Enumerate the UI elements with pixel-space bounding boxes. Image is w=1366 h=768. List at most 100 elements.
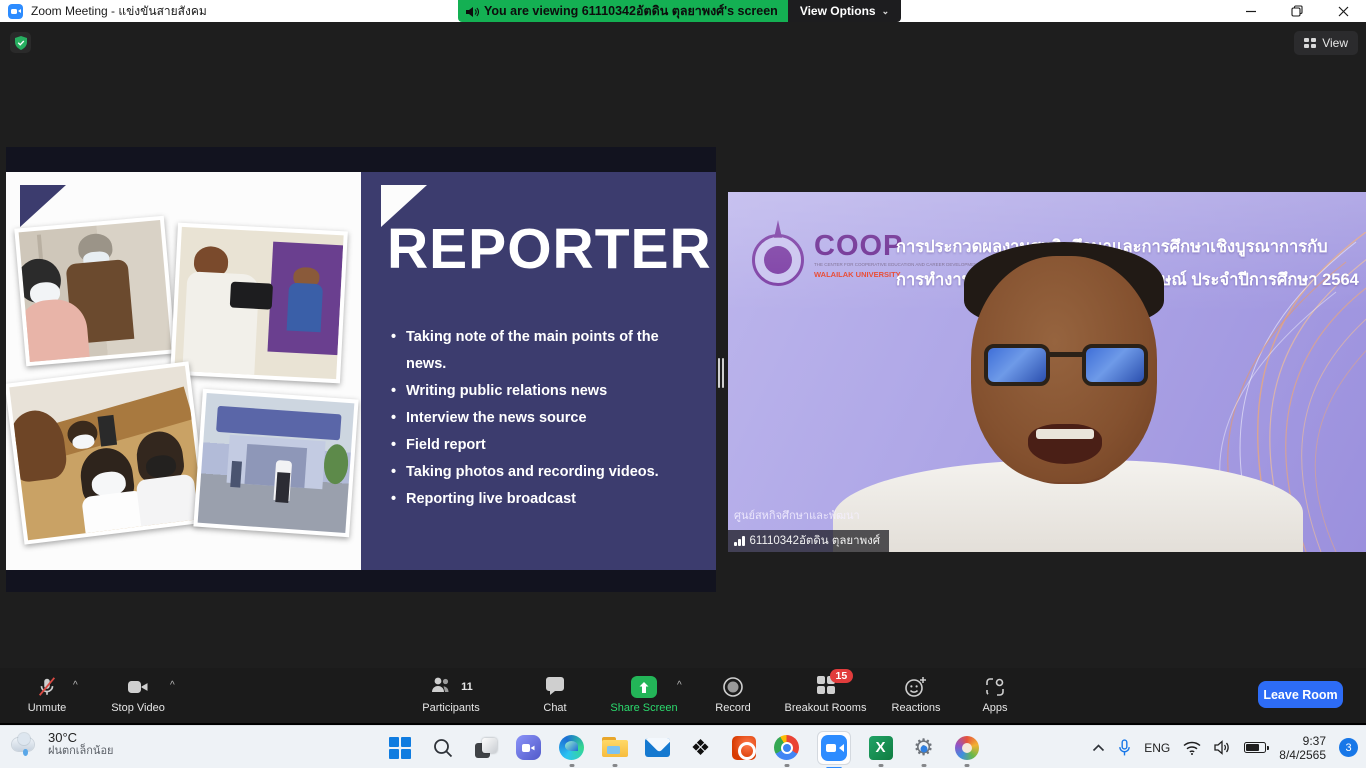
- stop-video-button[interactable]: Stop Video: [105, 675, 171, 714]
- notification-badge[interactable]: 3: [1339, 738, 1358, 757]
- tray-time: 9:37: [1279, 734, 1326, 748]
- tray-chevron-up-icon[interactable]: [1092, 744, 1105, 752]
- edge-browser-button[interactable]: [559, 735, 585, 761]
- paint-palette-icon: [955, 736, 979, 760]
- speaker-mouth: [1028, 424, 1102, 464]
- task-view-button[interactable]: [473, 735, 499, 761]
- participants-button[interactable]: 11 Participants: [411, 675, 491, 714]
- clock[interactable]: 9:37 8/4/2565: [1279, 734, 1326, 762]
- close-button[interactable]: [1320, 0, 1366, 22]
- zoom-icon: [817, 731, 851, 765]
- reactions-icon: [904, 675, 928, 699]
- video-options-chevron[interactable]: ^: [170, 680, 175, 691]
- system-tray: ENG 9:37 8/4/2565 3: [1092, 726, 1358, 768]
- shared-screen: REPORTER Taking note of the main points …: [6, 147, 716, 592]
- banner-text: You are viewing 61110342อัตดิน ตุลยาพงศ์…: [484, 1, 778, 21]
- excel-icon: X: [869, 736, 893, 760]
- reactions-button[interactable]: Reactions: [882, 675, 950, 714]
- volume-icon[interactable]: [1214, 740, 1231, 755]
- wifi-icon[interactable]: [1183, 741, 1201, 755]
- slide-text-panel: REPORTER Taking note of the main points …: [361, 172, 716, 570]
- slide-caption-overlay: ศูนย์สหกิจศึกษาและพัฒนา: [734, 506, 860, 524]
- tray-date: 8/4/2565: [1279, 748, 1326, 762]
- glasses: [984, 344, 1148, 388]
- leave-room-button[interactable]: Leave Room: [1258, 681, 1343, 708]
- window-title: Zoom Meeting - แข่งขันสายสังคม: [31, 2, 207, 21]
- share-options-chevron[interactable]: ^: [677, 680, 682, 691]
- participants-count: 11: [461, 681, 473, 693]
- apps-icon: [984, 675, 1006, 699]
- muted-mic-icon: [36, 675, 58, 699]
- photo-building: [193, 389, 358, 538]
- slide-bullet: Taking note of the main points of the ne…: [391, 324, 691, 378]
- speaker-video-tile: COOP THE CENTER FOR COOPERATIVE EDUCATIO…: [728, 192, 1366, 552]
- minimize-button[interactable]: [1228, 0, 1274, 22]
- signal-bars-icon: [734, 536, 745, 546]
- chrome-button[interactable]: [774, 735, 800, 761]
- excel-button[interactable]: X: [868, 735, 894, 761]
- slide-bullet: Interview the news source: [391, 405, 691, 432]
- chat-button[interactable]: Chat: [530, 675, 580, 714]
- chat-bubble-icon: [544, 675, 566, 699]
- slide-bullet: Writing public relations news: [391, 378, 691, 405]
- photo-interview: [14, 216, 175, 367]
- panel-resize-handle[interactable]: [717, 358, 725, 388]
- chrome-icon: [774, 735, 799, 760]
- share-screen-button[interactable]: Share Screen: [600, 675, 688, 714]
- restore-button[interactable]: [1274, 0, 1320, 22]
- dropbox-button[interactable]: ❖: [688, 735, 714, 761]
- windows-logo-icon: [389, 737, 411, 759]
- task-view-icon: [475, 738, 497, 758]
- breakout-rooms-badge: 15: [830, 669, 854, 683]
- mail-button[interactable]: [645, 735, 671, 761]
- teams-chat-button[interactable]: [516, 735, 542, 761]
- speaker-portrait: [728, 192, 1366, 552]
- settings-button[interactable]: ⚙: [911, 735, 937, 761]
- zoom-taskbar-button[interactable]: [817, 731, 851, 765]
- office-button[interactable]: [731, 735, 757, 761]
- record-button[interactable]: Record: [705, 675, 761, 714]
- teams-chat-icon: [516, 735, 541, 760]
- slide-title: REPORTER: [387, 216, 697, 282]
- meeting-area: View: [0, 22, 1366, 723]
- grid-icon: [1304, 38, 1316, 48]
- paint-button[interactable]: [954, 735, 980, 761]
- search-icon: [432, 737, 454, 759]
- participants-icon: [429, 676, 453, 699]
- file-explorer-button[interactable]: [602, 735, 628, 761]
- search-button[interactable]: [430, 735, 456, 761]
- language-indicator[interactable]: ENG: [1144, 741, 1170, 755]
- slide-bullet: Taking photos and recording videos.: [391, 459, 691, 486]
- office-icon: [732, 736, 756, 760]
- edge-icon: [559, 735, 584, 760]
- photo-selfie-group: [6, 361, 208, 544]
- photo-camera-crew: [170, 223, 348, 384]
- screen-share-banner: You are viewing 61110342อัตดิน ตุลยาพงศ์…: [458, 0, 901, 22]
- unmute-button[interactable]: Unmute: [18, 675, 76, 714]
- start-button[interactable]: [387, 735, 413, 761]
- share-screen-icon: [631, 676, 657, 698]
- record-icon: [722, 675, 744, 699]
- breakout-rooms-button[interactable]: 15 Breakout Rooms: [778, 675, 873, 714]
- folder-icon: [602, 737, 628, 758]
- slide-bullet-list: Taking note of the main points of the ne…: [391, 324, 691, 513]
- windows-taskbar: 30°C ฝนตกเล็กน้อย: [0, 725, 1366, 768]
- apps-button[interactable]: Apps: [972, 675, 1018, 714]
- speaker-icon: [466, 5, 479, 17]
- security-shield-icon[interactable]: [10, 32, 31, 53]
- slide-photo-panel: [6, 172, 361, 570]
- dropbox-icon: ❖: [691, 737, 711, 759]
- unmute-options-chevron[interactable]: ^: [73, 680, 78, 691]
- mic-in-use-icon[interactable]: [1118, 739, 1131, 757]
- slide-bullet: Reporting live broadcast: [391, 486, 691, 513]
- battery-icon[interactable]: [1244, 742, 1266, 753]
- view-options-button[interactable]: View Options ⌄: [788, 0, 901, 22]
- zoom-app-icon: [8, 4, 23, 19]
- participant-name-label: 61110342อัตดิน ตุลยาพงศ์: [728, 530, 889, 552]
- chevron-down-icon: ⌄: [882, 6, 890, 17]
- view-layout-button[interactable]: View: [1294, 31, 1358, 55]
- gear-icon: ⚙: [913, 736, 934, 759]
- screen: Zoom Meeting - แข่งขันสายสังคม You are v…: [0, 0, 1366, 768]
- slide-bullet: Field report: [391, 432, 691, 459]
- video-camera-icon: [126, 675, 150, 699]
